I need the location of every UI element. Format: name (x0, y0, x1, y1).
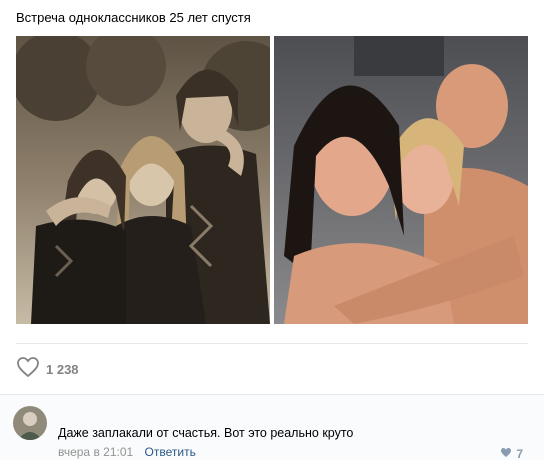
like-count: 1 238 (46, 361, 79, 377)
photo-gallery (16, 36, 528, 324)
comment-meta: вчера в 21:01 Ответить (58, 445, 196, 459)
post-divider (16, 343, 528, 344)
comment-time[interactable]: вчера в 21:01 (58, 445, 133, 459)
left-photo[interactable] (16, 36, 270, 324)
comment-like-button[interactable]: 7 (500, 445, 523, 463)
right-photo[interactable] (274, 36, 528, 324)
heart-small-icon (500, 445, 512, 463)
heart-outline-icon (16, 356, 40, 383)
comment-text: Даже заплакали от счастья. Вот это реаль… (58, 426, 354, 440)
avatar[interactable] (13, 406, 47, 440)
like-button[interactable]: 1 238 (16, 356, 79, 383)
comment-like-count: 7 (516, 447, 523, 461)
reply-link[interactable]: Ответить (145, 445, 196, 459)
post-text: Встреча одноклассников 25 лет спустя (16, 10, 251, 25)
